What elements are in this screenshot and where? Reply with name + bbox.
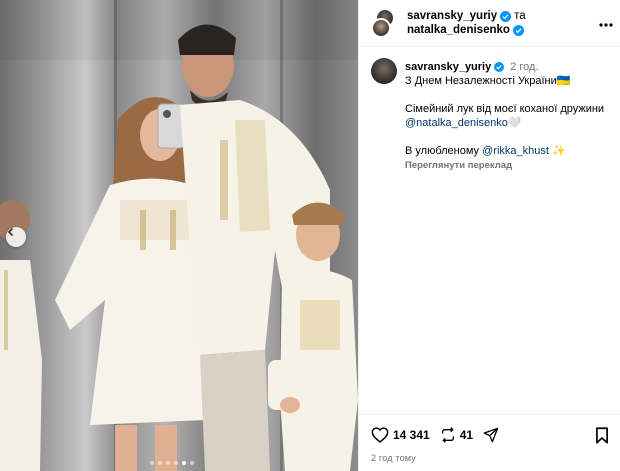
coauthor-username-link[interactable]: natalka_denisenko xyxy=(407,23,510,37)
chevron-left-icon xyxy=(7,227,14,237)
save-button[interactable] xyxy=(595,427,609,449)
verified-badge-icon xyxy=(512,24,524,36)
carousel-dot xyxy=(190,461,194,465)
caption-line: В улюбленому @rikka_khust ✨ xyxy=(405,144,615,158)
caption-line: Сімейний лук від моєї коханої дружини @n… xyxy=(405,102,615,130)
caption-text: В улюбленому xyxy=(405,145,480,157)
post-photo[interactable] xyxy=(0,0,358,471)
more-horizontal-icon xyxy=(599,23,613,27)
mention-link[interactable]: @natalka_denisenko xyxy=(405,117,508,129)
carousel-dot-active xyxy=(182,461,186,465)
avatar[interactable] xyxy=(371,58,397,84)
repost-button[interactable]: 41 xyxy=(440,427,473,443)
author-username-link[interactable]: savransky_yuriy xyxy=(407,9,497,23)
family-photo-illustration xyxy=(0,0,358,471)
carousel-dot xyxy=(158,461,162,465)
repost-count[interactable]: 41 xyxy=(460,428,473,442)
post-date[interactable]: 2 год тому xyxy=(371,453,416,463)
see-translation-link[interactable]: Переглянути переклад xyxy=(405,159,615,173)
caption-text: Сімейний лук від моєї коханої дружини xyxy=(405,103,605,115)
ukraine-flag-emoji: 🇺🇦 xyxy=(556,75,571,87)
like-count[interactable]: 14 341 xyxy=(393,428,430,442)
carousel-dot xyxy=(150,461,154,465)
repost-icon xyxy=(441,427,454,443)
caption-username-link[interactable]: savransky_yuriy xyxy=(405,60,491,74)
post-authors: savransky_yuriy та natalka_denisenko xyxy=(407,9,526,37)
avatar[interactable] xyxy=(371,18,391,38)
heart-icon xyxy=(371,427,389,443)
mention-link[interactable]: @rikka_khust xyxy=(482,145,549,157)
post-detail-panel: savransky_yuriy та natalka_denisenko sav… xyxy=(358,0,620,471)
caption-body: savransky_yuriy 2 год. З Днем Незалежнос… xyxy=(405,60,615,173)
caption-timestamp[interactable]: 2 год. xyxy=(510,60,538,74)
bookmark-icon xyxy=(596,427,608,444)
post-header: savransky_yuriy та natalka_denisenko xyxy=(359,0,620,47)
send-icon xyxy=(483,427,499,443)
carousel-indicator xyxy=(150,461,194,465)
author-joiner-text: та xyxy=(514,10,526,22)
caption-line: З Днем Незалежності України🇺🇦 xyxy=(405,74,615,88)
caption-text: З Днем Незалежності України xyxy=(405,75,557,87)
verified-badge-icon xyxy=(494,62,505,72)
verified-badge-icon xyxy=(500,10,512,22)
white-heart-emoji: 🤍 xyxy=(507,117,522,129)
carousel-dot xyxy=(166,461,170,465)
post-actions-bar: 14 341 41 2 год тому xyxy=(359,414,620,471)
share-button[interactable] xyxy=(483,427,499,443)
carousel-dot xyxy=(174,461,178,465)
avatar-stack[interactable] xyxy=(371,8,401,38)
more-options-button[interactable] xyxy=(599,14,613,30)
carousel-prev-button[interactable] xyxy=(6,227,26,247)
like-button[interactable]: 14 341 xyxy=(371,427,430,443)
sparkles-emoji: ✨ xyxy=(551,145,566,157)
